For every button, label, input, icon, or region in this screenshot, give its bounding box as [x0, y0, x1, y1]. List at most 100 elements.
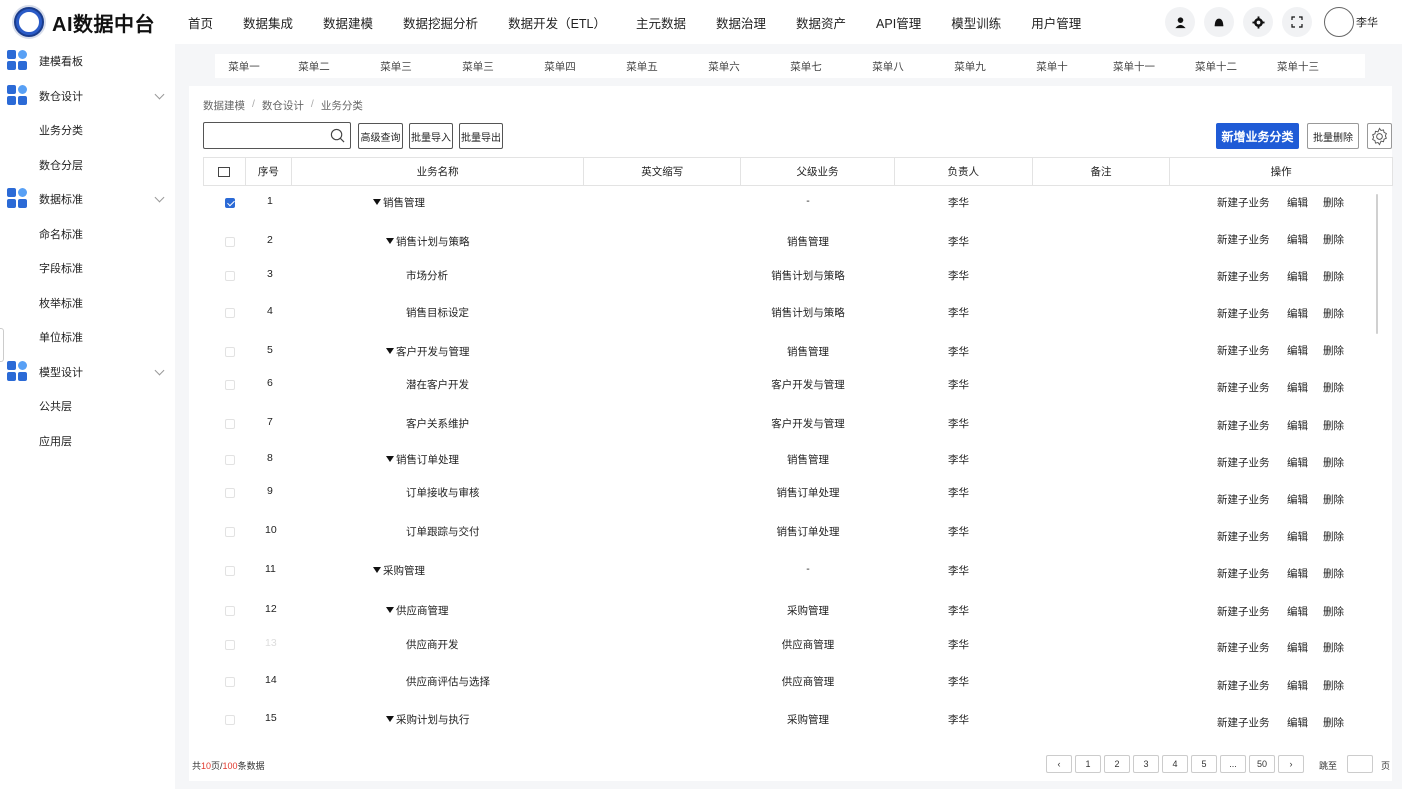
sidebar-item[interactable]: 命名标准 [0, 217, 175, 252]
delete-link[interactable]: 删除 [1323, 306, 1344, 321]
new-sub-business-link[interactable]: 新建子业务 [1217, 418, 1270, 433]
sub-menu-item[interactable]: 菜单十三 [1257, 59, 1339, 74]
top-nav-item[interactable]: 用户管理 [1031, 13, 1081, 32]
batch-import-button[interactable]: 批量导入 [409, 123, 453, 149]
table-scrollbar[interactable] [1376, 194, 1378, 334]
top-nav-item[interactable]: 首页 [188, 13, 213, 32]
add-category-button[interactable]: 新增业务分类 [1216, 123, 1299, 149]
sub-menu-item[interactable]: 菜单三 [437, 59, 519, 74]
sidebar-item[interactable]: 业务分类 [0, 113, 175, 148]
delete-link[interactable]: 删除 [1323, 195, 1344, 210]
top-nav-item[interactable]: 数据建模 [323, 13, 373, 32]
delete-link[interactable]: 删除 [1323, 715, 1344, 730]
edit-link[interactable]: 编辑 [1287, 343, 1308, 358]
sub-menu-item[interactable]: 菜单十一 [1093, 59, 1175, 74]
breadcrumb-item[interactable]: 数仓设计 [262, 98, 304, 113]
delete-link[interactable]: 删除 [1323, 566, 1344, 581]
avatar[interactable] [1324, 7, 1354, 37]
fullscreen-button[interactable] [1282, 7, 1312, 37]
new-sub-business-link[interactable]: 新建子业务 [1217, 604, 1270, 619]
user-name[interactable]: 李华 [1356, 14, 1378, 30]
sub-menu-item[interactable]: 菜单四 [519, 59, 601, 74]
new-sub-business-link[interactable]: 新建子业务 [1217, 492, 1270, 507]
delete-link[interactable]: 删除 [1323, 380, 1344, 395]
advanced-query-button[interactable]: 高级查询 [358, 123, 403, 149]
sub-menu-item[interactable]: 菜单五 [601, 59, 683, 74]
new-sub-business-link[interactable]: 新建子业务 [1217, 715, 1270, 730]
new-sub-business-link[interactable]: 新建子业务 [1217, 455, 1270, 470]
notification-button[interactable] [1204, 7, 1234, 37]
sidebar-item[interactable]: 应用层 [0, 424, 175, 459]
sub-menu-item[interactable]: 菜单六 [683, 59, 765, 74]
edit-link[interactable]: 编辑 [1287, 678, 1308, 693]
breadcrumb-item[interactable]: 数据建模 [203, 98, 245, 113]
new-sub-business-link[interactable]: 新建子业务 [1217, 306, 1270, 321]
delete-link[interactable]: 删除 [1323, 529, 1344, 544]
new-sub-business-link[interactable]: 新建子业务 [1217, 678, 1270, 693]
top-nav-item[interactable]: 数据治理 [716, 13, 766, 32]
top-nav-item[interactable]: API管理 [876, 13, 921, 32]
batch-delete-button[interactable]: 批量删除 [1307, 123, 1359, 149]
jump-page-input[interactable] [1347, 755, 1373, 773]
new-sub-business-link[interactable]: 新建子业务 [1217, 380, 1270, 395]
top-nav-item[interactable]: 数据集成 [243, 13, 293, 32]
delete-link[interactable]: 删除 [1323, 418, 1344, 433]
page-button[interactable]: 3 [1133, 755, 1159, 773]
edit-link[interactable]: 编辑 [1287, 232, 1308, 247]
sidebar-group[interactable]: 数据标准 [0, 182, 175, 217]
sub-menu-item[interactable]: 菜单十二 [1175, 59, 1257, 74]
table-settings-button[interactable] [1367, 123, 1392, 149]
delete-link[interactable]: 删除 [1323, 678, 1344, 693]
top-nav-item[interactable]: 主元数据 [636, 13, 686, 32]
edit-link[interactable]: 编辑 [1287, 566, 1308, 581]
sub-menu-item[interactable]: 菜单八 [847, 59, 929, 74]
delete-link[interactable]: 删除 [1323, 640, 1344, 655]
settings-button[interactable] [1243, 7, 1273, 37]
delete-link[interactable]: 删除 [1323, 604, 1344, 619]
new-sub-business-link[interactable]: 新建子业务 [1217, 640, 1270, 655]
delete-link[interactable]: 删除 [1323, 455, 1344, 470]
new-sub-business-link[interactable]: 新建子业务 [1217, 195, 1270, 210]
delete-link[interactable]: 删除 [1323, 269, 1344, 284]
top-nav-item[interactable]: 数据资产 [796, 13, 846, 32]
top-nav-item[interactable]: 数据挖掘分析 [403, 13, 478, 32]
top-nav-item[interactable]: 模型训练 [951, 13, 1001, 32]
new-sub-business-link[interactable]: 新建子业务 [1217, 269, 1270, 284]
sub-menu-item[interactable]: 菜单一 [215, 59, 273, 74]
prev-page-button[interactable]: ‹ [1046, 755, 1072, 773]
search-icon[interactable] [330, 128, 345, 143]
sub-menu-item[interactable]: 菜单九 [929, 59, 1011, 74]
sidebar-group[interactable]: 数仓设计 [0, 79, 175, 114]
sidebar-item[interactable]: 单位标准 [0, 320, 175, 355]
page-button[interactable]: 4 [1162, 755, 1188, 773]
sidebar-item[interactable]: 字段标准 [0, 251, 175, 286]
page-button[interactable]: 50 [1249, 755, 1275, 773]
page-button[interactable]: ... [1220, 755, 1246, 773]
edit-link[interactable]: 编辑 [1287, 455, 1308, 470]
delete-link[interactable]: 删除 [1323, 492, 1344, 507]
edit-link[interactable]: 编辑 [1287, 604, 1308, 619]
new-sub-business-link[interactable]: 新建子业务 [1217, 343, 1270, 358]
sub-menu-item[interactable]: 菜单三 [355, 59, 437, 74]
edit-link[interactable]: 编辑 [1287, 380, 1308, 395]
select-all-checkbox[interactable] [218, 166, 231, 177]
sidebar-item[interactable]: 枚举标准 [0, 286, 175, 321]
edit-link[interactable]: 编辑 [1287, 418, 1308, 433]
top-nav-item[interactable]: 数据开发（ETL） [508, 13, 606, 32]
search-input[interactable] [203, 122, 351, 149]
page-button[interactable]: 2 [1104, 755, 1130, 773]
batch-export-button[interactable]: 批量导出 [459, 123, 503, 149]
edit-link[interactable]: 编辑 [1287, 306, 1308, 321]
new-sub-business-link[interactable]: 新建子业务 [1217, 529, 1270, 544]
delete-link[interactable]: 删除 [1323, 343, 1344, 358]
sub-menu-item[interactable]: 菜单七 [765, 59, 847, 74]
sidebar-item[interactable]: 数仓分层 [0, 148, 175, 183]
edit-link[interactable]: 编辑 [1287, 640, 1308, 655]
edit-link[interactable]: 编辑 [1287, 529, 1308, 544]
user-profile-button[interactable] [1165, 7, 1195, 37]
delete-link[interactable]: 删除 [1323, 232, 1344, 247]
edit-link[interactable]: 编辑 [1287, 269, 1308, 284]
sidebar-group[interactable]: 模型设计 [0, 355, 175, 390]
sidebar-item[interactable]: 公共层 [0, 389, 175, 424]
sub-menu-item[interactable]: 菜单十 [1011, 59, 1093, 74]
